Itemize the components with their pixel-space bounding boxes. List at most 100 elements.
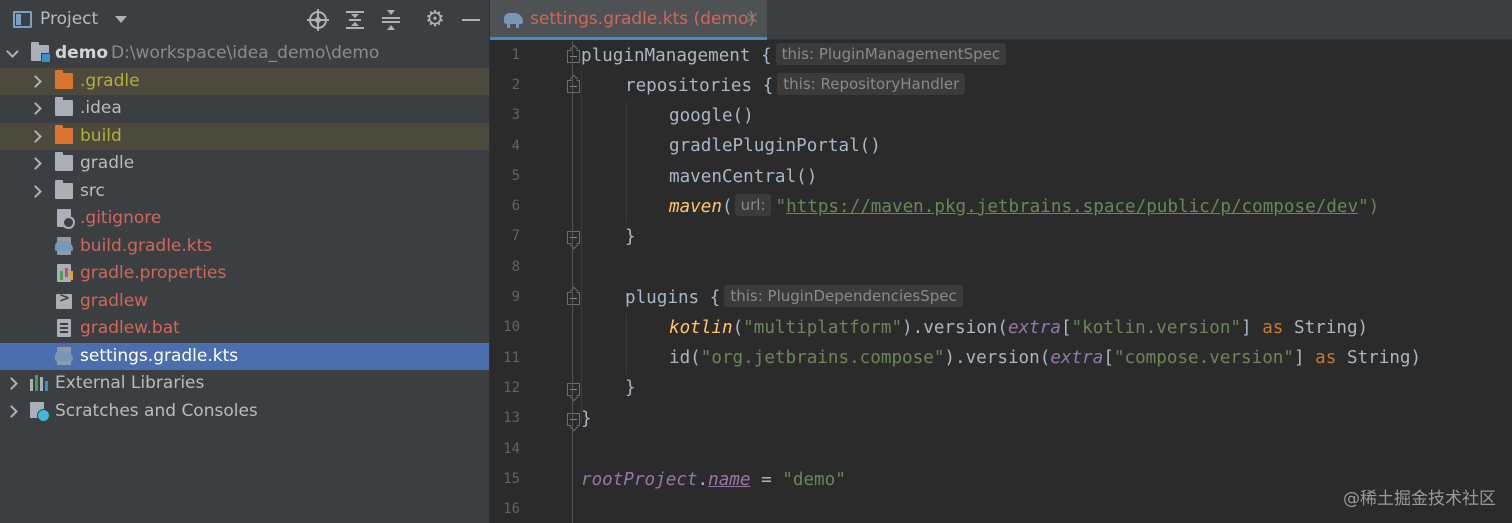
code-text: google() <box>669 106 754 126</box>
tree-node-gradlew-bat[interactable]: gradlew.bat <box>0 315 489 342</box>
code-line-2[interactable]: repositories {this: RepositoryHandler <box>625 71 966 101</box>
fold-open-icon[interactable] <box>567 292 580 305</box>
chevron-right-icon[interactable] <box>30 75 40 88</box>
chevron-right-icon[interactable] <box>6 377 16 390</box>
tree-node-label: .gradle <box>80 70 140 91</box>
chevron-right-icon[interactable] <box>30 185 40 198</box>
tree-node-label: build.gradle.kts <box>80 235 213 256</box>
tree-node-build[interactable]: build <box>0 122 489 150</box>
code-text: ).version( <box>902 318 1008 338</box>
tree-node-gitignore[interactable]: .gitignore <box>0 205 489 232</box>
line-number: 4 <box>511 138 520 154</box>
indent-guide <box>626 313 627 375</box>
tree-node-build-gradle-kts[interactable]: build.gradle.kts <box>0 233 489 260</box>
collapse-all-icon[interactable] <box>380 9 402 31</box>
tree-node-label: External Libraries <box>55 373 205 393</box>
indent-guide <box>626 101 627 223</box>
tree-node-demo[interactable]: demo D:\workspace\idea_demo\demo <box>0 40 489 67</box>
fold-open-icon[interactable] <box>567 80 580 93</box>
code-line-9[interactable]: plugins {this: PluginDependenciesSpec <box>625 283 963 313</box>
chevron-right-icon[interactable] <box>30 157 40 170</box>
code-text: ).version( <box>944 348 1051 368</box>
hide-icon[interactable] <box>460 9 482 31</box>
line-number: 8 <box>511 259 520 275</box>
line-number: 10 <box>503 319 520 335</box>
tree-node-label: src <box>80 180 105 201</box>
project-panel-title[interactable]: Project <box>40 9 98 29</box>
fold-open-icon[interactable] <box>567 50 580 63</box>
code-text: gradlePluginPortal() <box>669 136 881 156</box>
line-number: 16 <box>503 501 520 517</box>
inlay-hint: this: PluginManagementSpec <box>775 43 1007 65</box>
object-reference: rootProject <box>581 470 698 490</box>
code-line-11[interactable]: id("org.jetbrains.compose").version(extr… <box>669 343 1421 373</box>
tree-node-scratches[interactable]: Scratches and Consoles <box>0 398 489 425</box>
function-call: kotlin <box>669 318 733 338</box>
locate-icon[interactable] <box>307 9 329 31</box>
tree-node-gradle[interactable]: gradle <box>0 150 489 177</box>
gradle-elephant-icon <box>504 12 524 28</box>
fold-end-icon[interactable] <box>567 413 580 426</box>
chevron-right-icon[interactable] <box>30 102 40 115</box>
line-number: 6 <box>511 198 520 214</box>
chevron-right-icon[interactable] <box>30 130 40 143</box>
line-number-gutter: 1 2 3 4 5 6 7 8 9 10 11 12 13 14 15 16 <box>490 41 580 523</box>
code-line-15[interactable]: rootProject.name = "demo" <box>581 465 846 495</box>
close-icon[interactable]: × <box>745 8 759 28</box>
indent-guide <box>581 71 582 423</box>
code-line-3[interactable]: google() <box>669 101 754 131</box>
expand-all-icon[interactable] <box>344 9 366 31</box>
chevron-down-icon[interactable] <box>7 47 17 60</box>
scratches-icon <box>30 401 50 422</box>
paren: ( <box>721 197 733 217</box>
code-line-13[interactable]: } <box>581 404 592 434</box>
tree-node-label: .idea <box>80 98 122 118</box>
tab-settings-gradle-kts[interactable]: settings.gradle.kts (demo) × <box>490 0 767 40</box>
watermark: @稀土掘金技术社区 <box>1343 489 1496 509</box>
line-number: 15 <box>503 471 520 487</box>
tree-node-dot-idea[interactable]: .idea <box>0 95 489 122</box>
tree-node-settings-gradle-kts[interactable]: settings.gradle.kts <box>0 342 489 370</box>
fold-end-icon[interactable] <box>567 383 580 396</box>
chevron-right-icon[interactable] <box>6 405 16 418</box>
folder-icon <box>55 179 73 199</box>
tree-node-external-libraries[interactable]: External Libraries <box>0 370 489 397</box>
code-text: plugins { <box>625 288 721 308</box>
bracket: [ <box>1103 348 1114 368</box>
code-line-10[interactable]: kotlin("multiplatform").version(extra["k… <box>669 313 1368 343</box>
tree-node-gradle-properties[interactable]: gradle.properties <box>0 260 489 287</box>
code-line-6[interactable]: maven(url: "https://maven.pkg.jetbrains.s… <box>669 192 1379 222</box>
gradle-file-icon <box>55 236 73 255</box>
function-call: maven <box>669 197 722 217</box>
code-text: } <box>581 409 592 429</box>
string-literal: "demo" <box>782 470 846 490</box>
code-text: id( <box>669 348 701 368</box>
code-text: repositories { <box>625 76 774 96</box>
url-link[interactable]: https://maven.pkg.jetbrains.space/public… <box>786 197 1358 217</box>
tree-node-label: gradlew <box>80 290 149 311</box>
fold-end-icon[interactable] <box>567 231 580 244</box>
bracket: ] <box>1293 348 1316 368</box>
gear-icon[interactable]: ⚙ <box>424 9 446 31</box>
code-line-5[interactable]: mavenCentral() <box>669 162 817 192</box>
string-literal: "org.jetbrains.compose" <box>700 348 945 368</box>
tree-node-src[interactable]: src <box>0 178 489 205</box>
code-line-1[interactable]: pluginManagement {this: PluginManagement… <box>581 41 1007 71</box>
dropdown-caret-icon[interactable] <box>115 16 127 23</box>
properties-file-icon <box>57 264 71 282</box>
excluded-folder-icon <box>55 124 73 144</box>
code-line-4[interactable]: gradlePluginPortal() <box>669 131 881 161</box>
line-number: 11 <box>503 350 520 366</box>
tree-node-label: Scratches and Consoles <box>55 400 258 421</box>
code-line-12[interactable]: } <box>625 373 636 403</box>
line-number: 14 <box>503 441 520 457</box>
module-folder-icon <box>31 42 51 63</box>
keyword: as <box>1315 348 1337 368</box>
gutter-separator <box>572 41 573 523</box>
tree-node-gradlew[interactable]: gradlew <box>0 288 489 315</box>
tree-node-dot-gradle[interactable]: .gradle <box>0 67 489 95</box>
string-literal: "multiplatform" <box>743 318 903 338</box>
line-number: 12 <box>503 380 520 396</box>
inlay-hint: this: PluginDependenciesSpec <box>724 285 963 307</box>
code-line-7[interactable]: } <box>625 222 636 252</box>
